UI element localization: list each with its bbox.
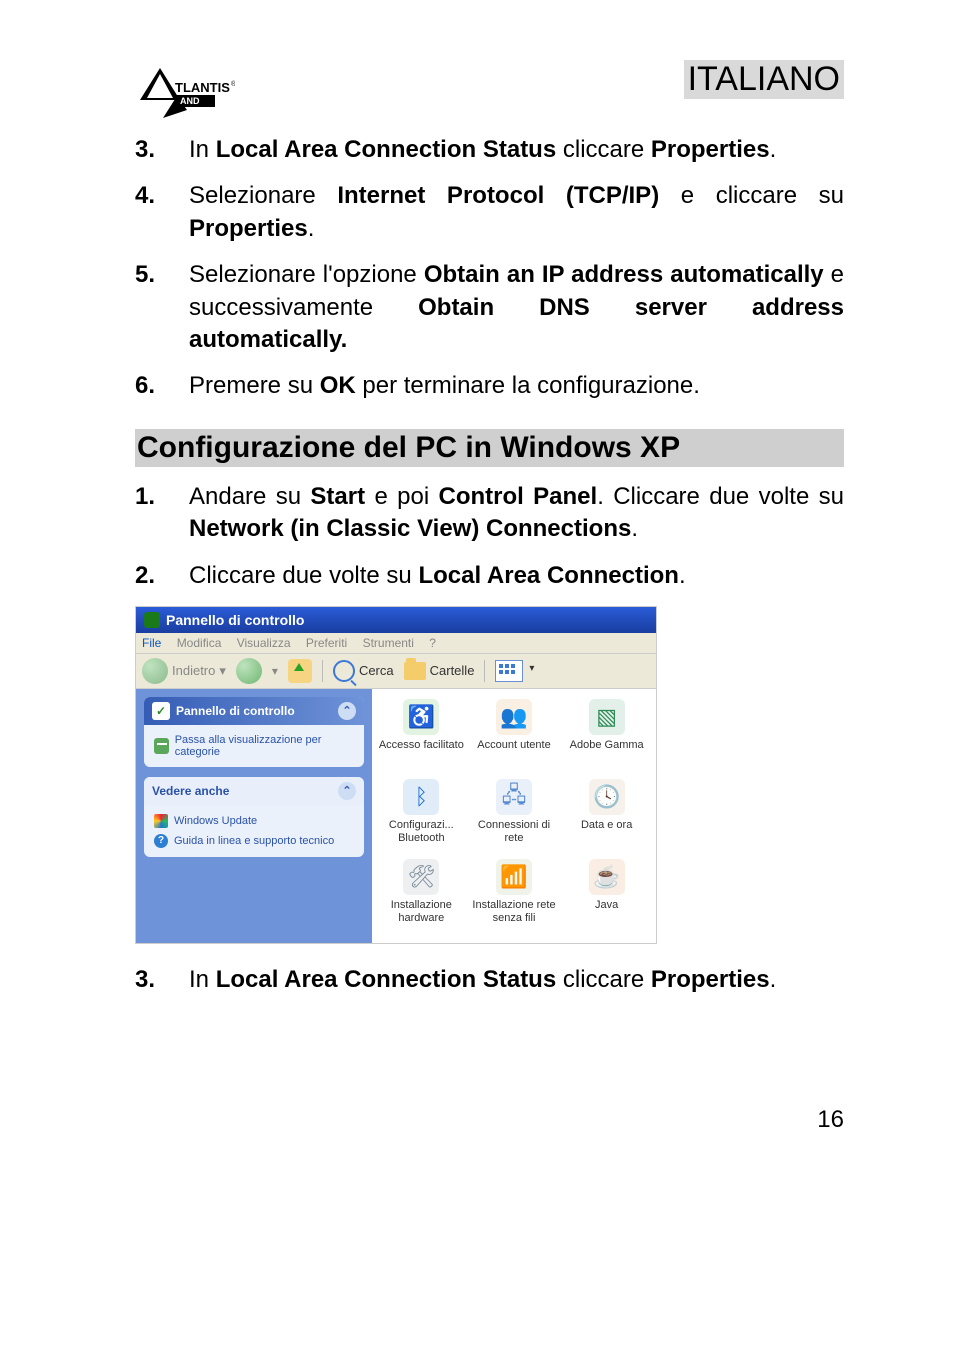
cp-icon: ♿ (403, 699, 439, 735)
search-button[interactable]: Cerca (333, 660, 394, 682)
sidebar: ✓ Pannello di controllo ⌃ Passa alla vis… (136, 689, 372, 943)
cp-label: Configurazi... Bluetooth (378, 819, 465, 844)
help-support-link[interactable]: ? Guida in linea e supporto tecnico (154, 831, 354, 851)
toolbar: Indietro ▾ ▾ Cerca Cartelle (136, 654, 656, 689)
cp-icon: 🖧 (496, 779, 532, 815)
window-icon (144, 612, 160, 628)
cp-icon: ᛒ (403, 779, 439, 815)
menu-tools[interactable]: Strumenti (363, 636, 414, 650)
cp-icon: 🕓 (589, 779, 625, 815)
control-panel-item[interactable]: 🛠 Installazione hardware (376, 857, 467, 935)
language-label: ITALIANO (684, 60, 844, 99)
control-panel-item[interactable]: ᛒ Configurazi... Bluetooth (376, 777, 467, 855)
step-text: In Local Area Connection Status cliccare… (189, 134, 844, 166)
step-text: Selezionare l'opzione Obtain an IP addre… (189, 259, 844, 356)
menubar: File Modifica Visualizza Preferiti Strum… (136, 633, 656, 654)
step-text: Cliccare due volte su Local Area Connect… (189, 560, 844, 592)
cp-label: Accesso facilitato (379, 739, 464, 752)
forward-button[interactable] (236, 658, 262, 684)
control-panel-item[interactable]: ☕ Java (561, 857, 652, 935)
svg-text:AND: AND (180, 96, 200, 106)
list-item: 6. Premere su OK per terminare la config… (135, 370, 844, 402)
window-title: Pannello di controllo (166, 612, 304, 628)
list-item: 2. Cliccare due volte su Local Area Conn… (135, 560, 844, 592)
brand-logo: TLANTIS ® AND (135, 60, 235, 120)
cp-label: Data e ora (581, 819, 632, 832)
cp-icon: 📶 (496, 859, 532, 895)
cp-label: Installazione rete senza fili (471, 899, 558, 924)
control-panel-item[interactable]: 🖧 Connessioni di rete (469, 777, 560, 855)
svg-text:®: ® (231, 80, 235, 88)
switch-category-view-link[interactable]: Passa alla visualizzazione per categorie (154, 731, 354, 761)
cp-label: Connessioni di rete (471, 819, 558, 844)
window-titlebar: Pannello di controllo (136, 607, 656, 633)
step-text: Premere su OK per terminare la configura… (189, 370, 844, 402)
menu-favorites[interactable]: Preferiti (306, 636, 347, 650)
list-item: 3. In Local Area Connection Status clicc… (135, 964, 844, 996)
check-icon: ✓ (152, 702, 170, 720)
search-icon (333, 660, 355, 682)
control-panel-item[interactable]: ♿ Accesso facilitato (376, 697, 467, 775)
help-icon: ? (154, 834, 168, 848)
cp-label: Java (595, 899, 618, 912)
windows-update-link[interactable]: Windows Update (154, 811, 354, 831)
chevron-up-icon[interactable]: ⌃ (338, 702, 356, 720)
control-panel-item[interactable]: ▧ Adobe Gamma (561, 697, 652, 775)
list-item: 3. In Local Area Connection Status clicc… (135, 134, 844, 166)
cp-icon: ☕ (589, 859, 625, 895)
cp-icon: 👥 (496, 699, 532, 735)
page-number: 16 (135, 1106, 844, 1134)
control-panel-item[interactable]: 📶 Installazione rete senza fili (469, 857, 560, 935)
folder-icon (404, 662, 426, 680)
pane-header[interactable]: ✓ Pannello di controllo ⌃ (144, 697, 364, 725)
control-panel-item[interactable]: 👥 Account utente (469, 697, 560, 775)
cp-icon: ▧ (589, 699, 625, 735)
windows-update-icon (154, 814, 168, 828)
screenshot-window: Pannello di controllo File Modifica Visu… (135, 606, 657, 944)
svg-text:TLANTIS: TLANTIS (175, 80, 230, 95)
folders-button[interactable]: Cartelle (404, 662, 475, 680)
back-button[interactable]: Indietro ▾ (142, 658, 226, 684)
cp-label: Adobe Gamma (570, 739, 644, 752)
cp-label: Installazione hardware (378, 899, 465, 924)
step-text: In Local Area Connection Status cliccare… (189, 964, 844, 996)
sidebar-pane-main: ✓ Pannello di controllo ⌃ Passa alla vis… (144, 697, 364, 767)
list-item: 1. Andare su Start e poi Control Panel. … (135, 481, 844, 546)
menu-file[interactable]: File (142, 636, 161, 650)
list-item: 4. Selezionare Internet Protocol (TCP/IP… (135, 180, 844, 245)
sidebar-pane-seealso: Vedere anche ⌃ Windows Update ? Guida in… (144, 777, 364, 857)
back-icon (142, 658, 168, 684)
list-item: 5. Selezionare l'opzione Obtain an IP ad… (135, 259, 844, 356)
control-panel-item[interactable]: 🕓 Data e ora (561, 777, 652, 855)
menu-edit[interactable]: Modifica (177, 636, 222, 650)
cp-icon: 🛠 (403, 859, 439, 895)
section-heading: Configurazione del PC in Windows XP (135, 429, 844, 467)
category-icon (154, 738, 169, 754)
cp-label: Account utente (477, 739, 550, 752)
step-text: Andare su Start e poi Control Panel. Cli… (189, 481, 844, 546)
control-panel-grid: ♿ Accesso facilitato 👥 Account utente ▧ Adobe… (372, 689, 656, 943)
step-text: Selezionare Internet Protocol (TCP/IP) e… (189, 180, 844, 245)
menu-view[interactable]: Visualizza (237, 636, 291, 650)
view-button[interactable] (495, 660, 523, 682)
menu-help[interactable]: ? (429, 636, 436, 650)
up-button[interactable] (288, 659, 312, 683)
chevron-up-icon[interactable]: ⌃ (338, 782, 356, 800)
pane-header[interactable]: Vedere anche ⌃ (144, 777, 364, 805)
